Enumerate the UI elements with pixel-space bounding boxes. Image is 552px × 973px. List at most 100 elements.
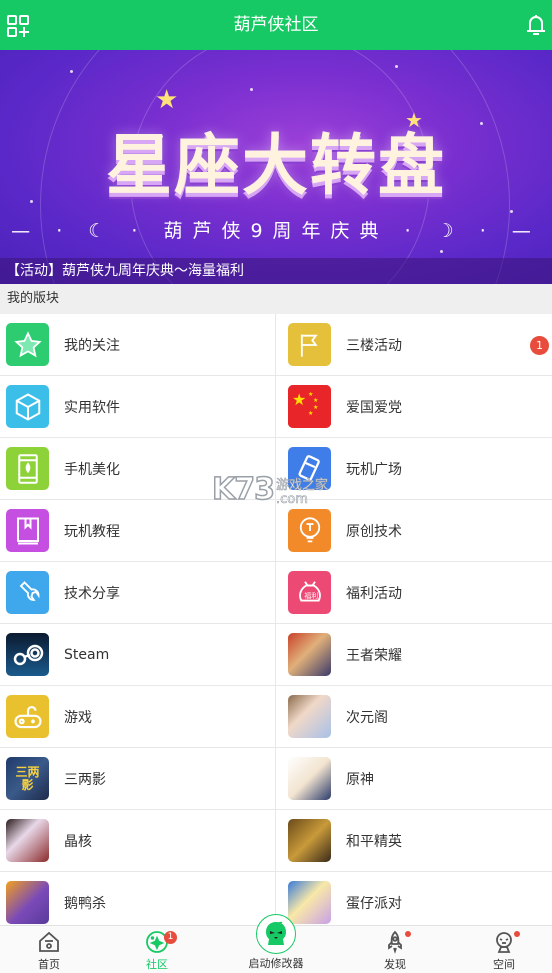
board-row: 游戏 次元阁 [0,686,552,748]
board-label: 原创技术 [346,523,402,540]
promo-banner[interactable]: ★ ★ 星座大转盘 — · ☾ · 葫芦侠9周年庆典 · ☽ · — 【活动】葫… [0,50,552,284]
board-item[interactable]: 王者荣耀 [276,624,552,685]
board-row: 技术分享 福利 福利活动 [0,562,552,624]
board-item[interactable]: Steam [0,624,276,685]
board-label: 蛋仔派对 [346,895,402,912]
board-row: 三两影三两影 原神 [0,748,552,810]
board-item[interactable]: 鹅鸭杀 [0,872,276,933]
launch-modifier-button[interactable] [256,914,296,954]
board-label: 鹅鸭杀 [64,895,106,912]
eggy-party-icon [288,881,331,924]
tab-label: 首页 [38,958,60,971]
home-icon [39,931,59,952]
board-label: Steam [64,646,110,663]
banner-headline: 星座大转盘 [106,127,446,204]
board-label: 原神 [346,771,374,788]
board-item[interactable]: 我的关注 [0,314,276,375]
board-label: 和平精英 [346,833,402,850]
profile-icon [496,932,512,953]
board-item[interactable]: 技术分享 [0,562,276,623]
moon-icon: — · ☾ · [11,220,164,242]
board-item[interactable]: 晶核 [0,810,276,871]
flag-icon [288,323,331,366]
board-item[interactable]: 玩机教程 [0,500,276,561]
tab-label: 空间 [493,958,515,971]
board-item[interactable]: 次元阁 [276,686,552,747]
banner-caption[interactable]: 【活动】葫芦侠九周年庆典～海量福利 [0,258,552,284]
tab-community[interactable]: 1 社区 [117,926,197,973]
board-row: 我的关注 三楼活动 1 [0,314,552,376]
board-item[interactable]: 蛋仔派对 [276,872,552,933]
banner-subtitle: — · ☾ · 葫芦侠9周年庆典 · ☽ · — [0,216,552,243]
bell-icon[interactable] [524,13,548,37]
svg-text:福利: 福利 [304,591,318,600]
board-item[interactable]: 和平精英 [276,810,552,871]
board-label: 技术分享 [64,585,120,602]
tab-label[interactable]: 启动修改器 [236,955,316,971]
board-label: 实用软件 [64,399,120,416]
tab-discover[interactable]: 发现 [355,926,435,973]
card-icon [288,447,331,490]
sparkle [70,70,73,73]
sparkle [510,210,513,213]
china-flag-icon: ★ ★ ★ ★ ★ [288,385,331,428]
sparkle [250,88,253,91]
sparkle [440,250,443,253]
board-label: 手机美化 [64,461,120,478]
steam-icon [6,633,49,676]
board-row: 晶核 和平精英 [0,810,552,872]
jinghe-avatar-icon [6,819,49,862]
board-label: 玩机教程 [64,523,120,540]
launcher-icon [266,921,286,945]
board-label: 三两影 [64,771,106,788]
sanliangying-icon: 三两影 [6,757,49,800]
board-item[interactable]: 原创技术 [276,500,552,561]
board-item[interactable]: 游戏 [0,686,276,747]
board-label: 游戏 [64,709,92,726]
board-row: 实用软件 ★ ★ ★ ★ ★ 爱国爱党 [0,376,552,438]
board-item[interactable]: 三楼活动 1 [276,314,552,375]
board-item[interactable]: 福利 福利活动 [276,562,552,623]
section-header-my-boards: 我的版块 [0,284,552,314]
board-label: 三楼活动 [346,337,402,354]
genshin-avatar-icon [288,757,331,800]
gamepad-icon [6,695,49,738]
board-item[interactable]: 玩机广场 [276,438,552,499]
anime-avatar-icon [288,695,331,738]
board-item[interactable]: 实用软件 [0,376,276,437]
page-title: 葫芦侠社区 [233,15,319,35]
svg-text:★: ★ [313,397,318,404]
banner-subtitle-text: 葫芦侠9周年庆典 [163,220,389,242]
notification-badge: 1 [164,931,177,944]
tab-label: 发现 [384,958,406,971]
board-item[interactable]: 原神 [276,748,552,809]
board-grid: 我的关注 三楼活动 1 实用软件 ★ ★ ★ ★ ★ 爱国爱党手机美化 玩机广场玩机教程 原创技术技术… [0,314,552,934]
pubg-avatar-icon [288,819,331,862]
board-item[interactable]: 手机美化 [0,438,276,499]
svg-text:★: ★ [308,410,313,417]
board-item[interactable]: 三两影三两影 [0,748,276,809]
notification-dot [514,931,520,937]
board-label: 爱国爱党 [346,399,402,416]
board-label: 玩机广场 [346,461,402,478]
book-icon [6,509,49,552]
board-label: 晶核 [64,833,92,850]
board-label: 我的关注 [64,337,120,354]
star-icon [6,323,49,366]
svg-text:★: ★ [313,404,318,411]
board-row: Steam 王者荣耀 [0,624,552,686]
phone-icon [6,447,49,490]
board-row: 玩机教程 原创技术 [0,500,552,562]
board-label: 次元阁 [346,709,388,726]
gift-bag-icon: 福利 [288,571,331,614]
wrench-icon [6,571,49,614]
sparkle [395,65,398,68]
cube-icon [6,385,49,428]
tab-space[interactable]: 空间 [464,926,544,973]
tab-home[interactable]: 首页 [9,926,89,973]
board-item[interactable]: ★ ★ ★ ★ ★ 爱国爱党 [276,376,552,437]
top-app-bar: 葫芦侠社区 [0,0,552,50]
yellow-star-icon: ★ [155,85,179,115]
goose-duck-icon [6,881,49,924]
board-row: 手机美化 玩机广场 [0,438,552,500]
